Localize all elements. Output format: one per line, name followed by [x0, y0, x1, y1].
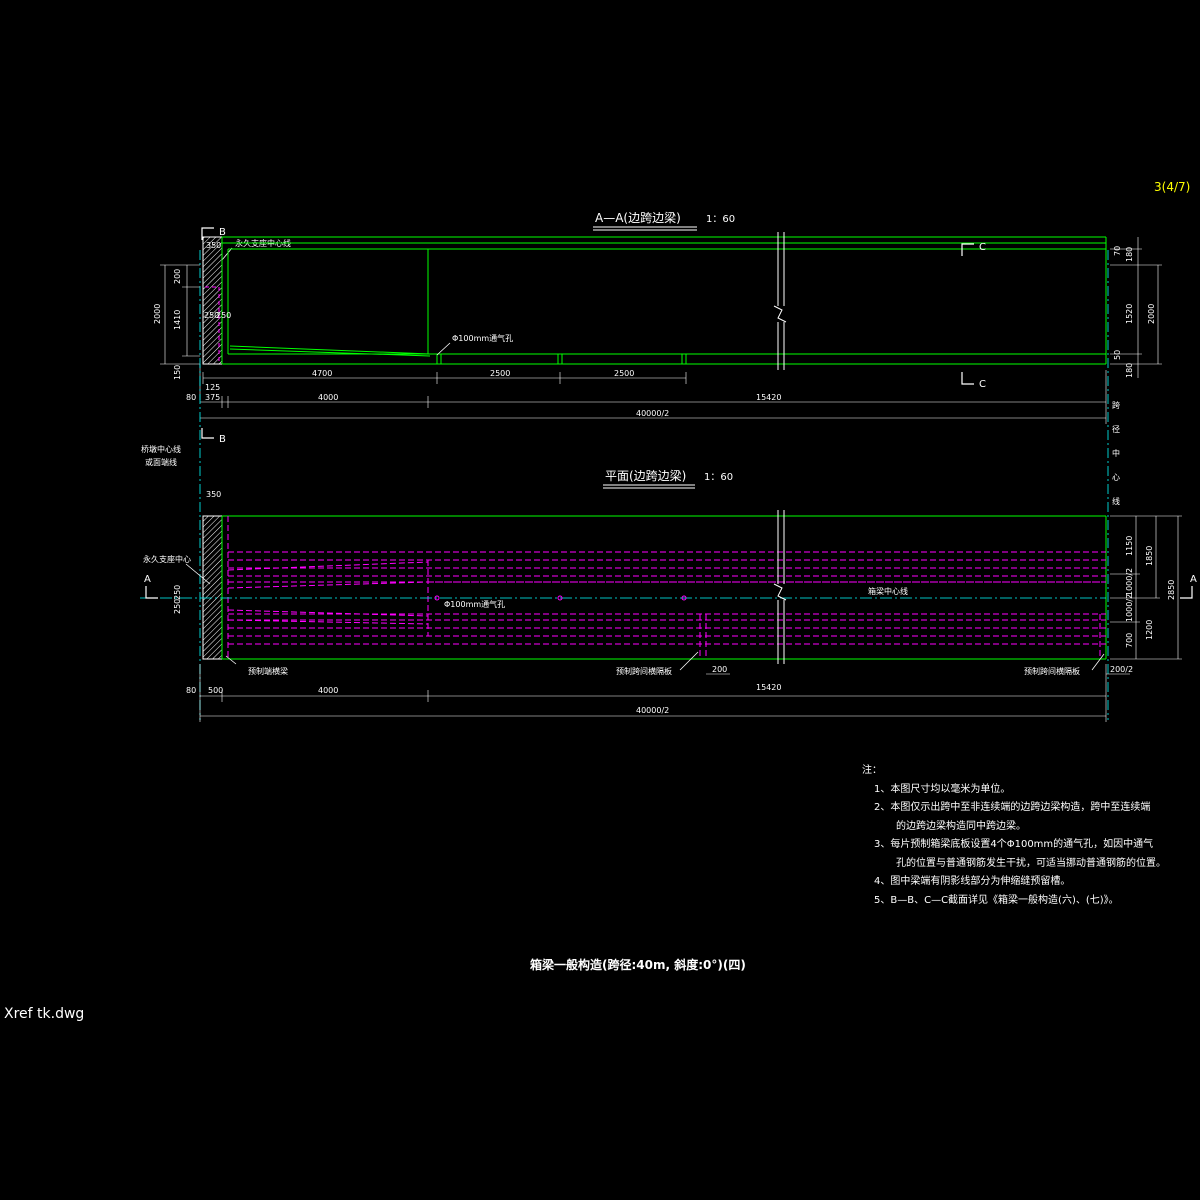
mid-diaphragm-label: 预制跨间横隔板 [616, 666, 672, 676]
note-4: 4、图中梁端有阴影线部分为伸缩缝预留槽。 [874, 876, 1071, 887]
note-2: 2、本图仅示出跨中至非连续端的边跨边梁构造，跨中至连续端 [874, 802, 1151, 813]
plan-dim-2850: 2850 [1167, 580, 1176, 600]
plan-dim-250a: 250 [173, 585, 182, 600]
dim-125: 125 [205, 383, 220, 392]
section-a-marker-left: A [144, 574, 151, 585]
dim-15420: 15420 [756, 393, 781, 402]
plan-dim-500: 500 [208, 686, 223, 695]
dim-left-1410: 1410 [173, 310, 182, 330]
note-5: 5、B—B、C—C截面详见《箱梁一般构造(六)、(七)》。 [874, 894, 1119, 906]
notes-block: 注： 1、本图尺寸均以毫米为单位。 2、本图仅示出跨中至非连续端的边跨边梁构造，… [862, 762, 1192, 910]
dim-40000-2: 40000/2 [636, 409, 669, 418]
plan-end-hatch [202, 515, 223, 660]
break-line [773, 232, 787, 370]
dim-left-2000: 2000 [153, 304, 162, 324]
plan-vent-hole-label: Φ100mm通气孔 [444, 599, 505, 609]
vent-hole-label: Φ100mm通气孔 [452, 333, 513, 343]
plan-dim-250b: 250 [173, 599, 182, 614]
cad-drawing: A—A(边跨边梁) 1：60 B 350 永久支座中心 线 [140, 210, 1197, 722]
svg-text:线: 线 [1112, 496, 1120, 506]
plan-dim-200-2: 200/2 [1110, 665, 1133, 674]
section-scale: 1：60 [706, 214, 735, 225]
dim-left-150: 150 [173, 365, 182, 380]
beam-centerline-label: 箱梁中心线 [868, 586, 908, 596]
svg-text:跨: 跨 [1112, 401, 1120, 410]
pier-centerline-label: 桥墩中心线 [141, 444, 181, 454]
plan-section-b-marker: B [219, 434, 226, 445]
section-c-marker-top: C [979, 242, 986, 253]
notes-heading: 注： [862, 765, 882, 776]
xref-label: Xref tk.dwg [4, 1006, 85, 1022]
dim-right-2000: 2000 [1147, 304, 1156, 324]
section-title: A—A(边跨边梁) [595, 210, 681, 225]
dim-375: 375 [205, 393, 220, 402]
section-a-marker-right: A [1190, 574, 1197, 585]
dim-2500a: 2500 [490, 369, 510, 378]
plan-dim-1000-2a: 1000/2 [1125, 568, 1134, 596]
svg-text:中: 中 [1112, 448, 1120, 458]
plan-dim-40000-2: 40000/2 [636, 706, 669, 715]
dim-80: 80 [186, 393, 196, 402]
dim-right-70: 70 [1113, 246, 1122, 256]
note-3-cont: 孔的位置与普通钢筋发生干扰，可适当挪动普通钢筋的位置。 [896, 857, 1166, 869]
plan-dim-1200: 1200 [1145, 620, 1154, 640]
dim-left-200: 200 [173, 269, 182, 284]
svg-text:径: 径 [1112, 424, 1120, 434]
section-a-a: A—A(边跨边梁) 1：60 B 350 永久支座中心线 [153, 210, 1162, 424]
beam-outline [221, 236, 1107, 365]
dim-left-250b: 250 [216, 311, 231, 320]
drawing-title: 箱梁一般构造(跨径:40m, 斜度:0°)(四) [530, 958, 746, 972]
end-diaphragm-label: 预制端横梁 [248, 666, 288, 676]
dim-2500b: 2500 [614, 369, 634, 378]
note-2-cont: 的边跨边梁构造同中跨边梁。 [896, 820, 1026, 832]
span-center-label: 跨 径 中 心 线 [1112, 401, 1120, 506]
plan-title: 平面(边跨边梁) [605, 468, 686, 483]
section-b-marker: B [219, 227, 226, 238]
plan-dim-1000-2b: 1000/2 [1125, 594, 1134, 622]
note-1: 1、本图尺寸均以毫米为单位。 [874, 783, 1011, 795]
plan-dim-80: 80 [186, 686, 196, 695]
plan-dim-1850: 1850 [1145, 546, 1154, 566]
dim-right-50: 50 [1113, 350, 1122, 360]
plan-support-center-label: 永久支座中心 [143, 554, 191, 564]
dim-right-180a: 180 [1125, 247, 1134, 262]
plan-dim-15420: 15420 [756, 683, 781, 692]
section-c-marker-bottom: C [979, 379, 986, 390]
note-3: 3、每片预制箱梁底板设置4个Φ100mm的通气孔，如因中通气 [874, 839, 1154, 850]
plan-dim-1150: 1150 [1125, 536, 1134, 556]
plan-dim-350: 350 [206, 490, 221, 499]
plan-dim-700: 700 [1125, 633, 1134, 648]
end-line-label: 或面端线 [145, 457, 177, 467]
plan-dim-200: 200 [712, 665, 727, 674]
dim-right-180b: 180 [1125, 363, 1134, 378]
plan-webs [227, 516, 1106, 659]
plan-dim-4000: 4000 [318, 686, 338, 695]
dim-4700: 4700 [312, 369, 332, 378]
plan-view: B 桥墩中心线 或面端线 平面(边跨边梁) 1：60 350 箱梁中心线 Φ10… [140, 428, 1197, 722]
svg-text:心: 心 [1112, 473, 1120, 482]
dim-right-1520: 1520 [1125, 304, 1134, 324]
mid-diaphragm-right-label: 预制跨间横隔板 [1024, 666, 1080, 676]
dim-4000: 4000 [318, 393, 338, 402]
plan-scale: 1：60 [704, 472, 733, 483]
